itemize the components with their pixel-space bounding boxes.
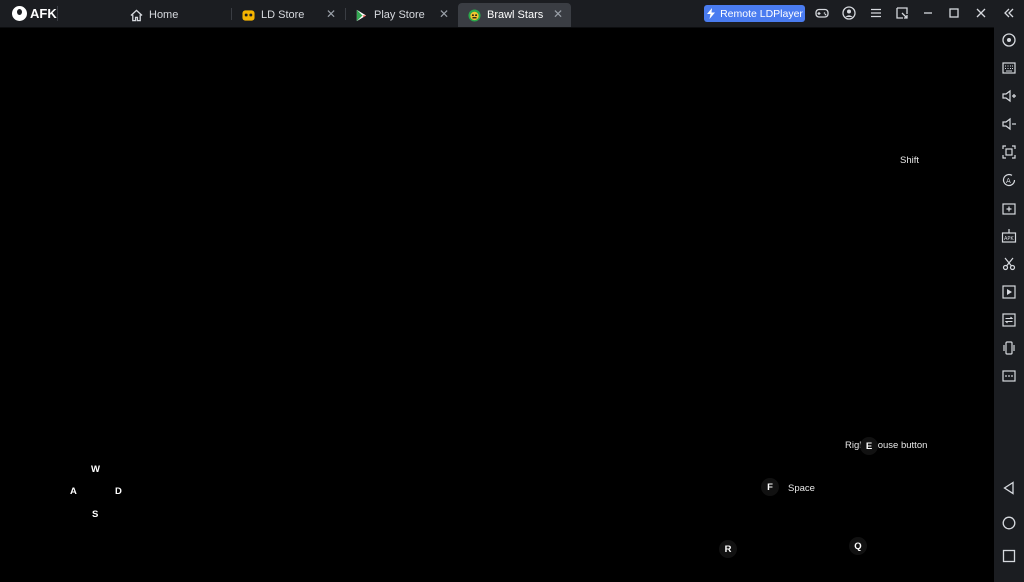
home-icon: [130, 9, 143, 21]
apk-install-icon[interactable]: APK: [1001, 228, 1017, 244]
recent-apps-icon[interactable]: [1001, 548, 1017, 564]
volume-up-icon[interactable]: [1001, 88, 1017, 104]
shake-icon[interactable]: [1001, 340, 1017, 356]
key-shift-label: Shift: [900, 155, 920, 166]
tab-label: LD Store: [261, 9, 305, 21]
collapse-sidebar-icon[interactable]: [1001, 5, 1017, 21]
key-a-label: A: [70, 486, 77, 497]
record-icon[interactable]: [1001, 32, 1017, 48]
close-icon[interactable]: ✕: [553, 7, 563, 21]
back-icon[interactable]: [1001, 480, 1017, 496]
tab-home[interactable]: Home: [120, 3, 230, 27]
title-bar: AFK Home LD Store ✕ Play Store ✕ Brawl S…: [0, 0, 1024, 28]
lightning-icon: [707, 8, 716, 19]
minimize-icon[interactable]: [920, 5, 936, 21]
tab-brawl-stars[interactable]: Brawl Stars ✕: [458, 3, 571, 27]
gamepad-icon[interactable]: [814, 5, 830, 21]
video-record-icon[interactable]: [1001, 284, 1017, 300]
menu-icon[interactable]: [868, 5, 884, 21]
logo-text: AFK: [30, 5, 57, 21]
close-icon[interactable]: ✕: [439, 7, 449, 21]
logo-divider: [57, 6, 58, 21]
tab-ld-store[interactable]: LD Store ✕: [232, 3, 344, 27]
tab-label: Brawl Stars: [487, 9, 544, 21]
tab-play-store[interactable]: Play Store ✕: [345, 3, 457, 27]
auto-script-icon[interactable]: A: [1001, 172, 1017, 188]
account-icon[interactable]: [841, 5, 857, 21]
remote-label: Remote LDPlayer: [720, 7, 803, 20]
volume-down-icon[interactable]: [1001, 116, 1017, 132]
key-e-label: E: [860, 437, 878, 455]
tab-label: Play Store: [374, 9, 425, 21]
afk-logo-icon: [12, 5, 27, 21]
home-nav-icon[interactable]: [1001, 515, 1017, 531]
more-icon[interactable]: [1001, 368, 1017, 384]
key-f-label: F: [761, 478, 779, 496]
svg-text:A: A: [1006, 177, 1011, 185]
close-icon[interactable]: [973, 5, 989, 21]
ld-store-icon: [242, 9, 255, 21]
sync-icon[interactable]: [1001, 312, 1017, 328]
key-q-label: Q: [849, 537, 867, 555]
keyboard-icon[interactable]: [1001, 60, 1017, 76]
key-space-label: Space: [788, 483, 815, 494]
game-viewport[interactable]: Shift W A D S Right mouse button E F Spa…: [2, 28, 994, 582]
maximize-icon[interactable]: [946, 5, 962, 21]
remote-ldplayer-button[interactable]: Remote LDPlayer: [704, 5, 805, 22]
tab-label: Home: [149, 9, 179, 21]
play-store-icon: [356, 9, 367, 21]
brawl-stars-icon: [468, 8, 481, 22]
window-switch-icon[interactable]: [894, 5, 910, 21]
close-icon[interactable]: ✕: [326, 7, 336, 21]
key-w-label: W: [91, 464, 100, 475]
fullscreen-icon[interactable]: [1001, 144, 1017, 160]
add-app-icon[interactable]: [1001, 200, 1017, 216]
right-toolbar: A APK: [994, 27, 1024, 582]
key-right-mouse-label: Right mouse button: [845, 440, 928, 451]
scissors-icon[interactable]: [1001, 256, 1017, 272]
app-logo: AFK: [12, 4, 57, 22]
key-s-label: S: [92, 509, 99, 520]
svg-text:APK: APK: [1004, 236, 1014, 242]
key-r-label: R: [719, 540, 737, 558]
key-d-label: D: [115, 486, 122, 497]
